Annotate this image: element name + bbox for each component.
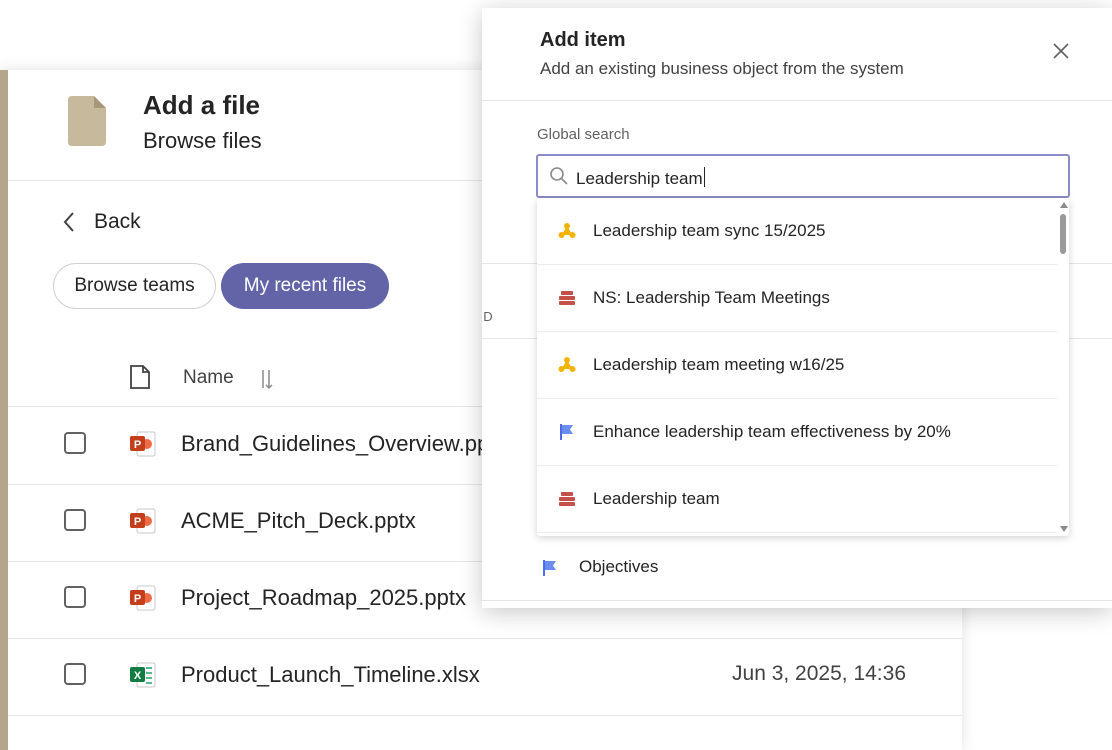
dialog-subtitle: Add an existing business object from the… bbox=[540, 59, 904, 78]
document-icon bbox=[130, 365, 150, 389]
svg-text:P: P bbox=[134, 439, 141, 451]
search-result-label: Leadership team meeting w16/25 bbox=[593, 355, 845, 374]
my-recent-files-button[interactable]: My recent files bbox=[221, 263, 389, 309]
search-input-value[interactable]: Leadership team bbox=[576, 167, 705, 189]
svg-text:P: P bbox=[134, 593, 141, 605]
search-result-item[interactable]: Leadership team meeting w16/25 bbox=[537, 332, 1057, 399]
file-name: Project_Roadmap_2025.pptx bbox=[181, 585, 466, 610]
search-icon bbox=[550, 167, 568, 185]
file-name: ACME_Pitch_Deck.pptx bbox=[181, 508, 416, 533]
name-column-header[interactable]: Name bbox=[183, 367, 234, 389]
back-button[interactable]: Back bbox=[62, 210, 141, 234]
row-checkbox[interactable] bbox=[64, 432, 86, 454]
flag-icon bbox=[560, 424, 573, 440]
background-text: : D bbox=[482, 309, 493, 324]
meeting-icon bbox=[558, 223, 576, 238]
browse-teams-button[interactable]: Browse teams bbox=[53, 263, 216, 309]
back-label: Back bbox=[94, 210, 141, 233]
search-results-dropdown: Leadership team sync 15/2025 NS: Leaders… bbox=[537, 198, 1069, 536]
search-result-item[interactable]: Leadership team bbox=[537, 466, 1057, 533]
svg-text:X: X bbox=[134, 670, 142, 682]
dropdown-scrollbar[interactable] bbox=[1057, 198, 1069, 536]
search-result-label: Leadership team bbox=[593, 489, 720, 508]
excel-icon: X bbox=[130, 662, 156, 688]
sort-icon[interactable] bbox=[258, 366, 274, 392]
scroll-up-arrow[interactable] bbox=[1060, 202, 1068, 208]
row-checkbox[interactable] bbox=[64, 509, 86, 531]
scroll-down-arrow[interactable] bbox=[1060, 526, 1068, 532]
powerpoint-icon: P bbox=[130, 585, 156, 611]
series-icon bbox=[559, 492, 575, 506]
page-subtitle: Browse files bbox=[143, 128, 262, 153]
search-result-label: Enhance leadership team effectiveness by… bbox=[593, 422, 951, 441]
search-result-item[interactable]: NS: Leadership Team Meetings bbox=[537, 265, 1057, 332]
powerpoint-icon: P bbox=[130, 431, 156, 457]
dialog-header: Add item Add an existing business object… bbox=[482, 8, 1112, 101]
search-result-label: Leadership team sync 15/2025 bbox=[593, 221, 826, 240]
file-icon bbox=[68, 96, 106, 146]
svg-text:P: P bbox=[134, 516, 141, 528]
row-checkbox[interactable] bbox=[64, 586, 86, 608]
search-result-item[interactable]: Leadership team sync 15/2025 bbox=[537, 198, 1057, 265]
close-icon[interactable] bbox=[1052, 42, 1070, 60]
objectives-item[interactable]: Objectives bbox=[482, 538, 1112, 601]
page-title: Add a file bbox=[143, 90, 261, 120]
chevron-left-icon bbox=[63, 212, 74, 232]
row-checkbox[interactable] bbox=[64, 663, 86, 685]
search-label: Global search bbox=[537, 126, 630, 143]
meeting-icon bbox=[558, 357, 576, 372]
series-icon bbox=[559, 291, 575, 305]
file-modified-date: Jun 3, 2025, 14:36 bbox=[732, 662, 906, 685]
file-row[interactable]: X Product_Launch_Timeline.xlsx Jun 3, 20… bbox=[8, 638, 962, 716]
objectives-label: Objectives bbox=[579, 557, 659, 576]
search-result-item[interactable]: Enhance leadership team effectiveness by… bbox=[537, 399, 1057, 466]
scrollbar-thumb[interactable] bbox=[1060, 214, 1066, 254]
search-input[interactable]: Leadership team bbox=[536, 154, 1070, 198]
search-result-label: NS: Leadership Team Meetings bbox=[593, 288, 830, 307]
dialog-title: Add item bbox=[540, 29, 626, 51]
add-item-dialog: : D Add item Add an existing business ob… bbox=[482, 8, 1112, 608]
flag-icon bbox=[543, 560, 556, 576]
file-name: Product_Launch_Timeline.xlsx bbox=[181, 662, 480, 687]
powerpoint-icon: P bbox=[130, 508, 156, 534]
file-name: Brand_Guidelines_Overview.pptx bbox=[181, 431, 507, 456]
